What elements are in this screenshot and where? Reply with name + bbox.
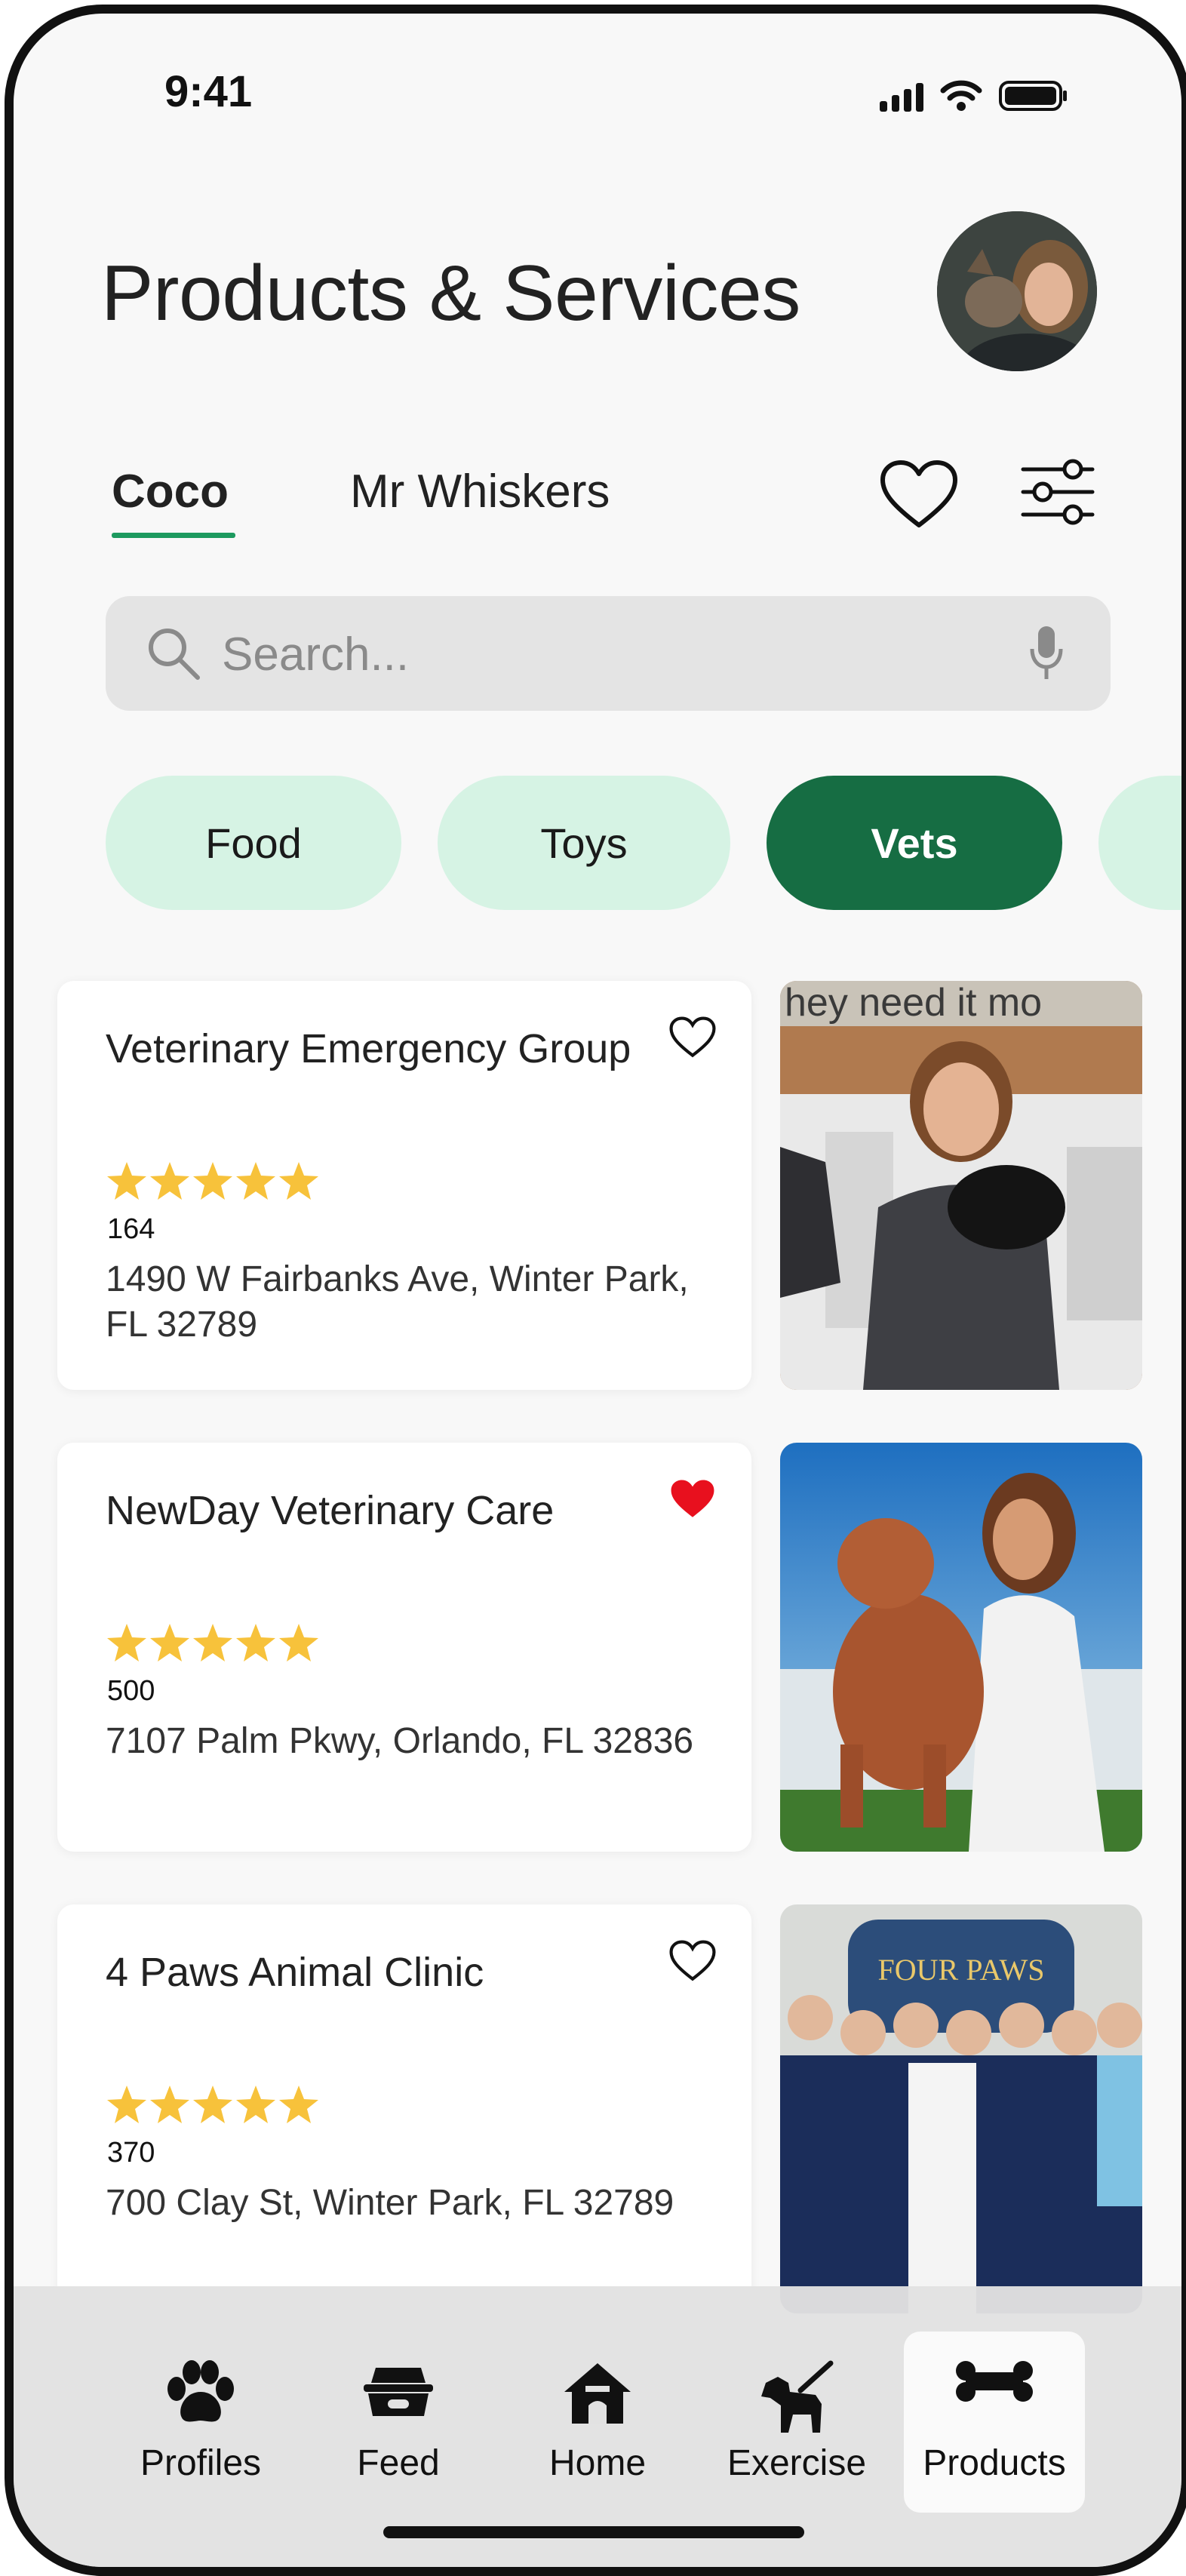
filter-sliders-icon[interactable] [1020, 454, 1095, 530]
house-icon [564, 2363, 631, 2424]
stars-icon [107, 1624, 318, 1661]
status-icons [880, 80, 1068, 112]
listing-photo[interactable]: hey need it mo [780, 981, 1142, 1390]
status-time: 9:41 [164, 67, 253, 116]
nav-feed[interactable]: Feed [308, 2332, 489, 2513]
signal-icon [880, 81, 923, 112]
bottom-nav: Profiles Feed Home Exercise Products [14, 2286, 1181, 2567]
review-count: 164 [107, 1213, 155, 1245]
listing-photo[interactable]: FOUR PAWS [780, 1904, 1142, 2313]
page-title: Products & Services [101, 250, 800, 337]
chip-vets-label: Vets [871, 819, 958, 867]
listing-card[interactable]: NewDay Veterinary Care 500 7107 Palm Pkw… [57, 1443, 751, 1852]
nav-products-label: Products [923, 2443, 1066, 2483]
star-rating [106, 1622, 324, 1665]
tab-mr-whiskers-label: Mr Whiskers [350, 466, 610, 518]
clinic-staff-photo: FOUR PAWS [780, 1904, 1142, 2313]
nav-exercise-label: Exercise [727, 2443, 867, 2483]
nav-exercise[interactable]: Exercise [706, 2332, 887, 2513]
star-rating [106, 2084, 324, 2126]
listing-card[interactable]: Veterinary Emergency Group 164 1490 W Fa… [57, 981, 751, 1390]
food-bowl-icon [364, 2368, 433, 2416]
star-rating [106, 1160, 324, 1203]
stars-icon [107, 1162, 318, 1200]
active-tab-indicator [112, 533, 235, 538]
listing-photo[interactable] [780, 1443, 1142, 1852]
bone-icon [956, 2361, 1033, 2402]
chip-toys[interactable]: Toys [438, 776, 730, 910]
listing-address: 7107 Palm Pkwy, Orlando, FL 32836 [106, 1721, 694, 1761]
heart-filled-icon[interactable] [668, 1477, 717, 1521]
app-frame: 9:41 Products & Services Coco Mr Whisker… [5, 5, 1186, 2576]
chip-food-label: Food [205, 819, 302, 867]
tab-mr-whiskers[interactable]: Mr Whiskers [350, 465, 610, 518]
chip-vets[interactable]: Vets [767, 776, 1062, 910]
search-input[interactable]: Search... [222, 628, 409, 681]
chip-toys-label: Toys [540, 819, 628, 867]
nav-profiles[interactable]: Profiles [110, 2332, 291, 2513]
listing-name: NewDay Veterinary Care [106, 1488, 555, 1533]
nav-products[interactable]: Products [904, 2332, 1085, 2513]
user-avatar[interactable] [937, 211, 1097, 371]
listing-card[interactable]: 4 Paws Animal Clinic 370 700 Clay St, Wi… [57, 1904, 751, 2313]
search-bar[interactable]: Search... [106, 596, 1111, 711]
stars-icon [107, 2086, 318, 2123]
tab-coco-label: Coco [112, 466, 229, 518]
review-count: 370 [107, 2137, 155, 2169]
vet-with-dog-photo [780, 1443, 1142, 1852]
avatar-photo [937, 211, 1097, 371]
status-bar: 9:41 [14, 14, 1181, 180]
battery-icon [999, 81, 1067, 111]
nav-home[interactable]: Home [507, 2332, 688, 2513]
microphone-icon[interactable] [1028, 623, 1065, 684]
listing-name: 4 Paws Animal Clinic [106, 1950, 484, 1995]
listing-address: 1490 W Fairbanks Ave, Winter Park, FL 32… [106, 1259, 689, 1345]
dog-leash-icon [761, 2360, 834, 2433]
listing-name: Veterinary Emergency Group [106, 1026, 631, 1071]
paw-icon [167, 2360, 234, 2422]
vet-with-cat-photo: hey need it mo [780, 981, 1142, 1390]
review-count: 500 [107, 1675, 155, 1707]
favorites-heart-icon[interactable] [878, 459, 960, 531]
wifi-icon [940, 80, 982, 111]
chip-more[interactable] [1098, 776, 1181, 910]
nav-home-label: Home [548, 2443, 647, 2483]
phone-screen: 9:41 Products & Services Coco Mr Whisker… [0, 0, 1186, 2576]
search-icon [149, 629, 200, 680]
photo-banner-text: hey need it mo [785, 981, 1042, 1025]
heart-outline-icon[interactable] [668, 1016, 717, 1059]
nav-feed-label: Feed [357, 2443, 440, 2483]
clinic-sign-text: FOUR PAWS [878, 1953, 1045, 1987]
listing-address: 700 Clay St, Winter Park, FL 32789 [106, 2183, 674, 2223]
tab-coco[interactable]: Coco [112, 465, 235, 538]
chip-food[interactable]: Food [106, 776, 401, 910]
home-indicator[interactable] [383, 2526, 804, 2538]
nav-profiles-label: Profiles [140, 2443, 262, 2483]
heart-outline-icon[interactable] [668, 1939, 717, 1983]
